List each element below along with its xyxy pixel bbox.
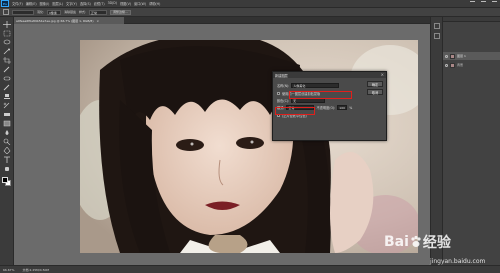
- menu-type[interactable]: 文字(Y): [66, 1, 77, 6]
- opacity-label: 不透明度(O):: [316, 106, 336, 110]
- layers-panel-header: [443, 17, 500, 22]
- menu-3d[interactable]: 3D(D): [108, 1, 117, 6]
- menu-layer[interactable]: 图层(L): [52, 1, 63, 6]
- layer-thumbnail: [450, 53, 455, 59]
- properties-panel-icon[interactable]: [434, 33, 440, 39]
- canvas-area[interactable]: [14, 24, 450, 265]
- opacity-input[interactable]: 100: [337, 105, 348, 110]
- lasso-tool-icon[interactable]: [3, 39, 11, 46]
- hand-tool-icon[interactable]: [3, 165, 11, 172]
- color-label: 颜色(C):: [277, 99, 290, 103]
- minimize-icon[interactable]: [470, 1, 475, 6]
- document-tab-bar: a9feaa6f0e89b54e7ee.jpg @ 66.7% (图层 1, R…: [14, 17, 500, 24]
- quick-select-tool-icon[interactable]: [3, 48, 11, 55]
- new-layer-dialog: 新建图层 × 名称(N): 人像美化 使用前一图层创建剪贴蒙版 颜色(C): 无…: [272, 71, 387, 141]
- healing-brush-tool-icon[interactable]: [3, 75, 11, 82]
- layer-name: 背景: [457, 63, 464, 67]
- watermark-brand-b: 经验: [422, 235, 451, 251]
- feather-input[interactable]: 0像素: [47, 9, 62, 15]
- antialias-label[interactable]: 消除锯齿: [64, 10, 76, 14]
- history-panel-icon[interactable]: [434, 23, 440, 29]
- document-tab[interactable]: a9feaa6f0e89b54e7ee.jpg @ 66.7% (图层 1, R…: [14, 17, 124, 24]
- brush-tool-icon[interactable]: [3, 84, 11, 91]
- watermark-url: jingyan.baidu.com: [430, 258, 486, 265]
- menu-filter[interactable]: 滤镜(T): [94, 1, 105, 6]
- layer-row-background[interactable]: 背景: [443, 61, 500, 69]
- dialog-title: 新建图层: [275, 73, 288, 78]
- rect-marquee-tool-icon[interactable]: [3, 30, 11, 37]
- dialog-close-icon[interactable]: ×: [381, 72, 384, 77]
- layer-row-layer1[interactable]: 图层 1: [443, 52, 500, 60]
- photoshop-logo-icon: Ps: [1, 0, 9, 7]
- pen-tool-icon[interactable]: [3, 146, 11, 155]
- foreground-color-swatch[interactable]: [2, 177, 8, 183]
- layer-thumbnail: [450, 62, 455, 68]
- menu-view[interactable]: 视图(V): [120, 1, 131, 6]
- eyedropper-tool-icon[interactable]: [3, 66, 11, 73]
- document-tab-title: a9feaa6f0e89b54e7ee.jpg @ 66.7% (图层 1, R…: [16, 18, 94, 23]
- menu-window[interactable]: 窗口(W): [134, 1, 146, 6]
- panel-icon-strip: [430, 17, 442, 265]
- menu-select[interactable]: 选择(S): [80, 1, 91, 6]
- refine-edge-button[interactable]: 调整边缘...: [110, 9, 131, 15]
- menu-file[interactable]: 文件(F): [12, 1, 23, 6]
- layer-name: 图层 1: [457, 54, 466, 58]
- menu-edit[interactable]: 编辑(E): [26, 1, 37, 6]
- type-tool-icon[interactable]: [3, 156, 11, 163]
- maximize-icon[interactable]: [481, 1, 486, 6]
- style-label: 样式:: [79, 10, 87, 14]
- tools-panel: [0, 17, 14, 265]
- crop-tool-icon[interactable]: [3, 57, 11, 64]
- eye-icon[interactable]: [445, 54, 448, 58]
- dialog-title-bar: 新建图层: [273, 72, 386, 78]
- zoom-level[interactable]: 66.67%: [3, 268, 14, 272]
- menu-image[interactable]: 图像(I): [40, 1, 50, 6]
- ok-button[interactable]: 确定: [367, 81, 383, 87]
- name-highlight-box: [289, 91, 352, 99]
- name-label: 名称(N):: [277, 84, 290, 88]
- paw-logo-icon: [411, 235, 421, 247]
- clone-stamp-tool-icon[interactable]: [3, 93, 11, 100]
- window-controls: [470, 1, 497, 6]
- close-tab-icon[interactable]: ×: [97, 19, 100, 23]
- menu-help[interactable]: 帮助(H): [149, 1, 160, 6]
- watermark-brand: Bai 经验: [384, 232, 451, 252]
- document-size: 文档:2.25M/4.50M: [22, 267, 50, 272]
- blur-tool-icon[interactable]: [3, 129, 11, 136]
- name-input[interactable]: 人像美化: [291, 83, 340, 88]
- close-window-icon[interactable]: [492, 1, 497, 6]
- options-bar: 羽化: 0像素 消除锯齿 样式: 正常 调整边缘...: [0, 8, 500, 17]
- name-row: 名称(N): 人像美化: [277, 83, 340, 88]
- gradient-tool-icon[interactable]: [3, 120, 11, 127]
- selection-mode-buttons[interactable]: [12, 9, 34, 15]
- clip-checkbox[interactable]: [277, 92, 280, 95]
- menu-items: 文件(F) 编辑(E) 图像(I) 图层(L) 文字(Y) 选择(S) 滤镜(T…: [12, 1, 160, 6]
- style-select[interactable]: 正常: [89, 9, 108, 15]
- mode-highlight-box: [275, 107, 315, 115]
- layers-panel: 图层 1 背景: [442, 17, 500, 265]
- baidu-jingyan-watermark: Bai 经验 jingyan.baidu.com: [384, 232, 500, 273]
- move-tool-icon[interactable]: [3, 21, 11, 28]
- opacity-unit: %: [349, 105, 353, 110]
- feather-label: 羽化:: [37, 10, 45, 14]
- history-brush-tool-icon[interactable]: [3, 102, 11, 109]
- marquee-tool-icon[interactable]: [3, 9, 9, 15]
- watermark-brand-a: Bai: [384, 234, 409, 250]
- menu-bar: Ps 文件(F) 编辑(E) 图像(I) 图层(L) 文字(Y) 选择(S) 滤…: [0, 0, 500, 8]
- cancel-button[interactable]: 取消: [367, 89, 383, 95]
- eye-icon[interactable]: [445, 63, 448, 67]
- eraser-tool-icon[interactable]: [3, 111, 11, 118]
- dodge-tool-icon[interactable]: [3, 138, 11, 146]
